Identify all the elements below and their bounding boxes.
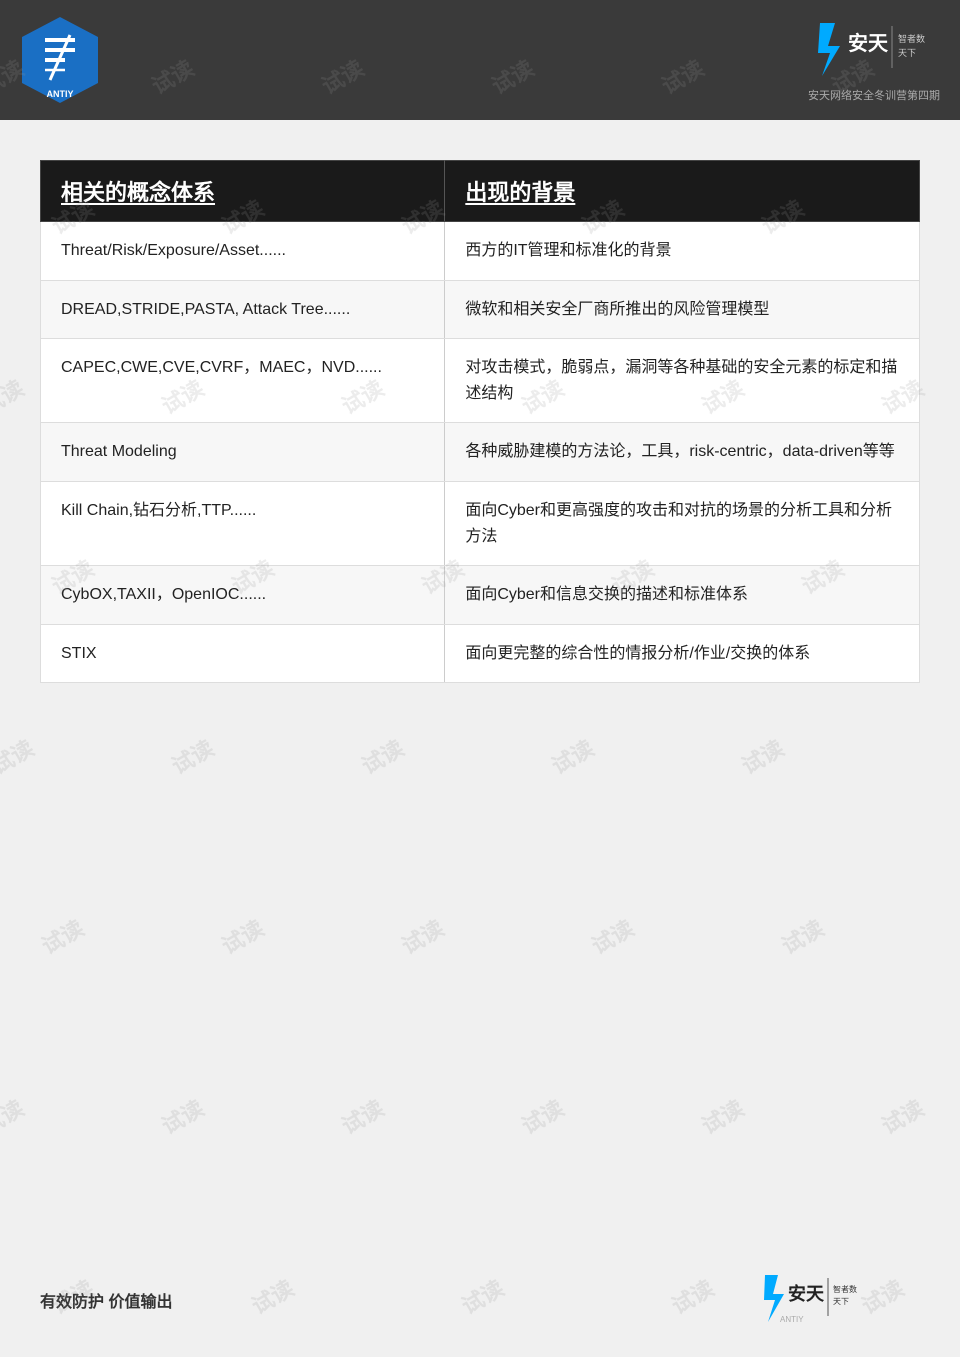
table-cell-background: 面向Cyber和更高强度的攻击和对抗的场景的分析工具和分析方法 [445, 481, 920, 565]
svg-text:智者数: 智者数 [833, 1284, 857, 1294]
svg-text:安天: 安天 [788, 1283, 825, 1304]
main-content: 相关的概念体系 出现的背景 Threat/Risk/Exposure/Asset… [0, 120, 960, 713]
table-cell-background: 各种威胁建模的方法论，工具，risk-centric，data-driven等等 [445, 423, 920, 482]
footer-tagline: 有效防护 价值输出 [40, 1288, 172, 1312]
watermark: 试读 [165, 731, 219, 781]
watermark: 试读 [515, 1091, 569, 1141]
table-cell-concept: CybOX,TAXII，OpenIOC...... [41, 566, 445, 625]
table-row: STIX面向更完整的综合性的情报分析/作业/交换的体系 [41, 624, 920, 683]
table-cell-concept: Threat Modeling [41, 423, 445, 482]
table-row: CybOX,TAXII，OpenIOC......面向Cyber和信息交换的描述… [41, 566, 920, 625]
table-cell-concept: Kill Chain,钻石分析,TTP...... [41, 481, 445, 565]
watermark: 试读 [35, 911, 89, 961]
header-brand: 安天 智者数 天下 安天网络安全冬训营第四期 [808, 18, 940, 103]
table-row: DREAD,STRIDE,PASTA, Attack Tree......微软和… [41, 280, 920, 339]
svg-text:智者数: 智者数 [898, 33, 925, 44]
footer-brand-icon: 安天 智者数 天下 ANTIY [760, 1272, 920, 1327]
table-row: Kill Chain,钻石分析,TTP......面向Cyber和更高强度的攻击… [41, 481, 920, 565]
logo-area: ANTIY [20, 15, 100, 105]
watermark: 试读 [155, 1091, 209, 1141]
table-cell-concept: Threat/Risk/Exposure/Asset...... [41, 222, 445, 281]
col2-header: 出现的背景 [445, 161, 920, 222]
watermark: 试读 [545, 731, 599, 781]
watermark: 试读 [335, 1091, 389, 1141]
watermark: 试读 [875, 1091, 929, 1141]
header-tagline: 安天网络安全冬训营第四期 [808, 87, 940, 103]
footer-brand: 安天 智者数 天下 ANTIY [760, 1272, 920, 1327]
table-cell-background: 西方的IT管理和标准化的背景 [445, 222, 920, 281]
table-row: CAPEC,CWE,CVE,CVRF，MAEC，NVD......对攻击模式，脆… [41, 339, 920, 423]
svg-text:安天: 安天 [848, 31, 889, 55]
table-cell-background: 面向Cyber和信息交换的描述和标准体系 [445, 566, 920, 625]
col1-header: 相关的概念体系 [41, 161, 445, 222]
watermark: 试读 [585, 911, 639, 961]
antiy-logo-icon: ANTIY [20, 15, 100, 105]
watermark: 试读 [395, 911, 449, 961]
table-cell-concept: STIX [41, 624, 445, 683]
svg-text:ANTIY: ANTIY [780, 1315, 804, 1324]
watermark: 试读 [355, 731, 409, 781]
table-row: Threat Modeling各种威胁建模的方法论，工具，risk-centri… [41, 423, 920, 482]
watermark: 试读 [775, 911, 829, 961]
table-cell-background: 对攻击模式，脆弱点，漏洞等各种基础的安全元素的标定和描述结构 [445, 339, 920, 423]
watermark: 试读 [695, 1091, 749, 1141]
table-row: Threat/Risk/Exposure/Asset......西方的IT管理和… [41, 222, 920, 281]
table-cell-concept: CAPEC,CWE,CVE,CVRF，MAEC，NVD...... [41, 339, 445, 423]
watermark: 试读 [735, 731, 789, 781]
svg-text:天下: 天下 [833, 1297, 849, 1306]
svg-text:天下: 天下 [898, 48, 916, 58]
page-footer: 有效防护 价值输出 安天 智者数 天下 ANTIY [0, 1272, 960, 1327]
table-header-row: 相关的概念体系 出现的背景 [41, 161, 920, 222]
brand-logo-icon: 安天 智者数 天下 [810, 18, 940, 83]
watermark: 试读 [0, 1091, 29, 1141]
table-cell-background: 面向更完整的综合性的情报分析/作业/交换的体系 [445, 624, 920, 683]
table-cell-concept: DREAD,STRIDE,PASTA, Attack Tree...... [41, 280, 445, 339]
page-header: ANTIY 安天 智者数 天下 安天网络安全冬训营第四期 [0, 0, 960, 120]
svg-text:ANTIY: ANTIY [47, 89, 74, 99]
concept-table: 相关的概念体系 出现的背景 Threat/Risk/Exposure/Asset… [40, 160, 920, 683]
table-cell-background: 微软和相关安全厂商所推出的风险管理模型 [445, 280, 920, 339]
watermark: 试读 [0, 731, 39, 781]
watermark: 试读 [215, 911, 269, 961]
